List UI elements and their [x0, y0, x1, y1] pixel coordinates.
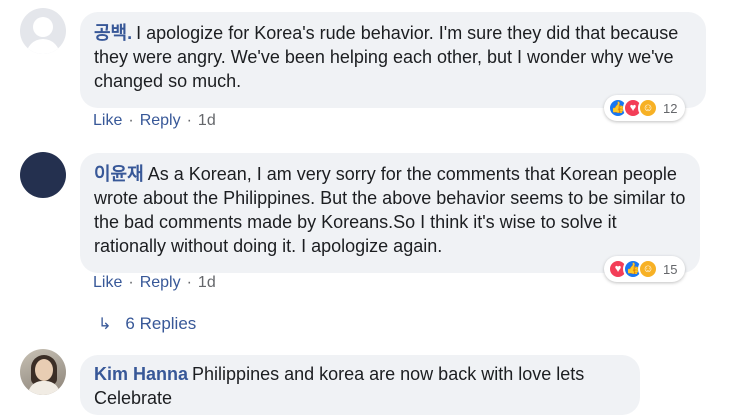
avatar-head [33, 17, 53, 37]
comment-actions: Like · Reply · 1d [93, 112, 216, 130]
replies-label: 6 Replies [125, 314, 197, 333]
separator: · [128, 112, 134, 129]
avatar-shoulders [26, 39, 60, 54]
comment-text: I apologize for Korea's rude behavior. I… [94, 23, 679, 91]
like-link[interactable]: Like [93, 274, 122, 292]
comment-bubble: 이윤재 As a Korean, I am very sorry for the … [80, 153, 700, 273]
comment-actions: Like · Reply · 1d [93, 274, 216, 292]
reply-arrow-icon: ↳ [98, 316, 112, 333]
avatar[interactable] [20, 349, 66, 395]
care-icon: ☺ [638, 98, 658, 118]
care-icon: ☺ [638, 259, 658, 279]
separator: · [128, 274, 134, 291]
avatar[interactable] [20, 152, 66, 198]
comment-bubble: 공백. I apologize for Korea's rude behavior… [80, 12, 706, 108]
reply-link[interactable]: Reply [140, 112, 181, 130]
comment-text: As a Korean, I am very sorry for the com… [94, 164, 686, 256]
comment-bubble: Kim Hanna Philippines and korea are now b… [80, 355, 640, 415]
view-replies-link[interactable]: ↳ 6 Replies [98, 314, 196, 334]
separator: · [186, 112, 192, 129]
avatar-face [35, 359, 53, 381]
reaction-summary[interactable]: ♥ 👍 ☺ 15 [604, 256, 686, 282]
timestamp[interactable]: 1d [198, 274, 216, 292]
timestamp[interactable]: 1d [198, 112, 216, 130]
comment-author[interactable]: 이윤재 [94, 164, 144, 184]
separator: · [186, 274, 192, 291]
reaction-count: 15 [663, 261, 678, 277]
reply-link[interactable]: Reply [140, 274, 181, 292]
like-link[interactable]: Like [93, 112, 122, 130]
comment-author[interactable]: 공백. [94, 23, 132, 43]
comment-author[interactable]: Kim Hanna [94, 364, 188, 384]
avatar-default[interactable] [20, 8, 66, 54]
reaction-count: 12 [663, 100, 678, 116]
reaction-summary[interactable]: 👍 ♥ ☺ 12 [604, 95, 686, 121]
